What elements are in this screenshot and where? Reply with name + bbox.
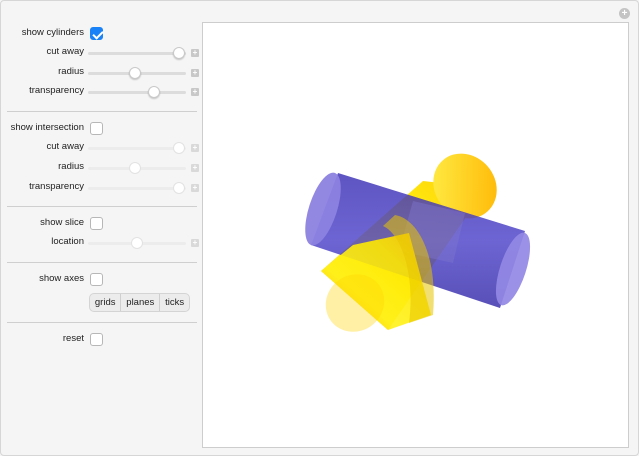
show-cylinders-checkbox[interactable] [90, 27, 103, 40]
cylinders-cut-away-plus-icon[interactable]: + [191, 49, 199, 57]
divider [7, 322, 197, 323]
cylinders-graphic [305, 153, 531, 332]
show-axes-row: show axes [0, 272, 202, 288]
cylinders-radius-row: radius + [0, 65, 202, 81]
reset-checkbox[interactable] [90, 333, 103, 346]
control-panel: show cylinders cut away + radius + trans… [0, 0, 202, 456]
graphics-view[interactable] [202, 22, 629, 448]
reset-label: reset [62, 333, 84, 344]
options-plus-icon[interactable]: + [619, 8, 630, 19]
show-intersection-label: show intersection [10, 122, 84, 133]
show-slice-checkbox[interactable] [90, 217, 103, 230]
show-intersection-row: show intersection [0, 121, 202, 137]
reset-row: reset [0, 332, 202, 348]
cylinders-transparency-thumb[interactable] [147, 86, 160, 98]
cylinders-cut-away-label: cut away [46, 46, 85, 57]
intersection-radius-label: radius [58, 161, 84, 172]
show-intersection-checkbox[interactable] [90, 122, 103, 135]
intersection-transparency-label: transparency [29, 181, 84, 192]
axes-option-ticks[interactable]: ticks [159, 294, 189, 311]
intersection-cut-away-label: cut away [46, 141, 85, 152]
intersection-cut-away-row: cut away + [0, 140, 202, 156]
intersection-transparency-plus-icon[interactable]: + [191, 184, 199, 192]
cylinders-transparency-slider[interactable] [88, 91, 186, 94]
intersection-radius-plus-icon[interactable]: + [191, 164, 199, 172]
intersection-transparency-slider[interactable] [88, 187, 186, 190]
intersection-cut-away-slider[interactable] [88, 147, 186, 150]
intersection-radius-thumb[interactable] [129, 162, 142, 174]
intersection-transparency-row: transparency + [0, 180, 202, 196]
divider [7, 206, 197, 207]
cylinders-radius-thumb[interactable] [129, 67, 142, 79]
axes-option-grids[interactable]: grids [90, 294, 120, 311]
divider [7, 111, 197, 112]
cylinders-cut-away-slider[interactable] [88, 52, 186, 55]
axes-option-planes[interactable]: planes [120, 294, 159, 311]
show-cylinders-row: show cylinders [0, 26, 202, 42]
slice-location-plus-icon[interactable]: + [191, 239, 199, 247]
divider [7, 262, 197, 263]
slice-location-row: location + [0, 235, 202, 251]
cylinders-radius-label: radius [58, 66, 84, 77]
cylinders-cut-away-row: cut away + [0, 45, 202, 61]
cylinders-radius-plus-icon[interactable]: + [191, 69, 199, 77]
show-slice-row: show slice [0, 216, 202, 232]
intersection-radius-row: radius + [0, 160, 202, 176]
axes-options-segmented: grids planes ticks [89, 293, 190, 312]
cylinders-transparency-label: transparency [29, 85, 84, 96]
cylinders-cut-away-thumb[interactable] [173, 47, 186, 59]
slice-location-label: location [51, 236, 84, 247]
cylinders-transparency-plus-icon[interactable]: + [191, 88, 199, 96]
cylinders-transparency-row: transparency + [0, 84, 202, 100]
slice-location-thumb[interactable] [131, 237, 143, 249]
intersection-cut-away-thumb[interactable] [173, 142, 186, 154]
show-cylinders-label: show cylinders [21, 27, 84, 38]
intersection-cut-away-plus-icon[interactable]: + [191, 144, 199, 152]
show-axes-checkbox[interactable] [90, 273, 103, 286]
show-slice-label: show slice [40, 217, 84, 228]
show-axes-label: show axes [39, 273, 84, 284]
intersection-transparency-thumb[interactable] [173, 182, 186, 194]
